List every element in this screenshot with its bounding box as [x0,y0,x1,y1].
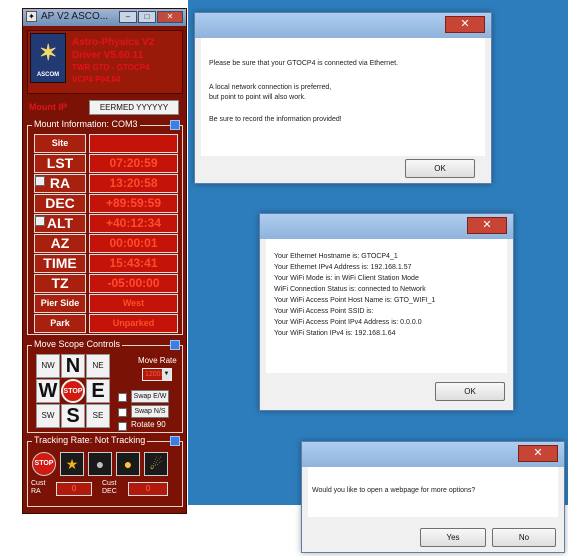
ra-checkbox[interactable] [35,176,45,186]
swap-ew-checkbox[interactable] [118,393,127,402]
driver-header-panel: ✶ ASCOM Astro-Physics V2 Driver V5.60.11… [27,30,183,94]
ascom-star-icon: ✶ [39,40,58,65]
row-az: AZ 00:00:01 [34,234,178,253]
driver-title-bar[interactable]: ✦ AP V2 ASCO... – □ ✕ [23,9,186,26]
driver-info-line: VCP4 P04.04 [72,75,121,84]
west-button[interactable]: W [36,379,60,403]
south-button[interactable]: S [61,404,85,428]
tracking-group: Tracking Rate: Not Tracking STOP ★ ● ● ☄… [27,435,183,507]
rotate-label: Rotate 90 [131,420,166,429]
help-icon[interactable] [170,436,180,446]
move-scope-title: Move Scope Controls [32,339,123,349]
ne-button[interactable]: NE [86,354,110,378]
app-icon: ✦ [26,11,37,22]
cust-ra-field[interactable]: 0 [56,482,92,496]
network-info-dialog: ✕ Your Ethernet Hostname is: GTOCP4_1 Yo… [259,213,514,411]
se-button[interactable]: SE [86,404,110,428]
help-icon[interactable] [170,340,180,350]
driver-title: AP V2 ASCO... [41,11,109,22]
row-time: TIME 15:43:41 [34,254,178,273]
row-tz: TZ -05:00:00 [34,274,178,293]
close-icon[interactable]: ✕ [518,445,558,462]
network-info-line: WiFi Connection Status is: connected to … [274,286,426,293]
ip-field[interactable]: EERMED YYYYYY [89,100,179,115]
row-park: Park Unparked [34,314,178,333]
dialog-message: Please be sure that your GTOCP4 is conne… [209,60,398,67]
dialog-title-bar[interactable]: ✕ [302,442,564,467]
close-icon[interactable]: ✕ [445,16,485,33]
network-info-line: Your WiFi Mode is: in WiFi Client Statio… [274,275,419,282]
driver-window: ✦ AP V2 ASCO... – □ ✕ ✶ ASCOM Astro-Phys… [22,8,187,514]
sw-button[interactable]: SW [36,404,60,428]
dialog-body: Please be sure that your GTOCP4 is conne… [201,38,485,156]
ip-label: Mount IP [29,102,67,112]
mount-info-title: Mount Information: COM3 [32,119,140,129]
no-button[interactable]: No [492,528,556,547]
webpage-dialog: ✕ Would you like to open a webpage for m… [301,441,565,553]
dialog-question: Would you like to open a webpage for mor… [312,487,476,494]
stop-tracking-icon[interactable]: STOP [32,452,56,476]
nw-button[interactable]: NW [36,354,60,378]
solar-sun-icon[interactable]: ● [116,452,140,476]
row-dec: DEC +89:59:59 [34,194,178,213]
dialog-message: A local network connection is preferred, [209,84,332,91]
dialog-title-bar[interactable]: ✕ [260,214,513,239]
yes-button[interactable]: Yes [420,528,486,547]
row-pier-side: Pier Side West [34,294,178,313]
row-ra: RA 13:20:58 [34,174,178,193]
row-alt: ALT +40:12:34 [34,214,178,233]
east-button[interactable]: E [86,379,110,403]
swap-ew-button[interactable]: Swap E/W [131,390,169,403]
ethernet-dialog: ✕ Please be sure that your GTOCP4 is con… [194,12,492,184]
network-info-line: Your WiFi Access Point IPv4 Address is: … [274,319,422,326]
driver-info-line: Driver V5.60.11 [72,50,144,61]
move-scope-group: Move Scope Controls NW N NE W STOP E SW … [27,339,183,433]
cust-ra-label: Cust RA [31,480,46,495]
lunar-moon-icon[interactable]: ● [88,452,112,476]
network-info-line: Your WiFi Access Point SSID is: [274,308,374,315]
network-info-line: Your Ethernet IPv4 Address is: 192.168.1… [274,264,412,271]
dialog-body: Your Ethernet Hostname is: GTOCP4_1 Your… [266,239,507,373]
north-button[interactable]: N [61,354,85,378]
ascom-logo: ✶ ASCOM [30,33,66,83]
driver-info-line: Astro-Physics V2 [72,37,155,48]
ip-bar: Mount IP EERMED YYYYYY [27,100,183,116]
close-icon[interactable]: ✕ [467,217,507,234]
driver-info-line: TWR GTO - GTOCP4 [72,63,150,72]
sidereal-star-icon[interactable]: ★ [60,452,84,476]
swap-ns-checkbox[interactable] [118,408,127,417]
help-icon[interactable] [170,120,180,130]
chevron-down-icon: ▼ [162,369,171,380]
row-site: Site [34,134,178,153]
alt-checkbox[interactable] [35,216,45,226]
tracking-title: Tracking Rate: Not Tracking [32,435,148,445]
network-info-line: Your Ethernet Hostname is: GTOCP4_1 [274,253,398,260]
ok-button[interactable]: OK [405,159,475,178]
network-info-line: Your WiFi Station IPv4 is: 192.168.1.64 [274,330,396,337]
dialog-body: Would you like to open a webpage for mor… [308,467,558,517]
comet-icon[interactable]: ☄ [144,452,168,476]
move-rate-label: Move Rate [138,356,177,365]
ok-button[interactable]: OK [435,382,505,401]
swap-ns-button[interactable]: Swap N/S [131,405,169,418]
minimize-button[interactable]: – [119,11,137,23]
dialog-message: but point to point will also work. [209,94,306,101]
mount-info-group: Mount Information: COM3 Site LST 07:20:5… [27,119,183,335]
dialog-message: Be sure to record the information provid… [209,116,342,123]
move-rate-select[interactable]: 1200x ▼ [142,368,172,381]
maximize-button[interactable]: □ [138,11,156,23]
network-info-line: Your WiFi Access Point Host Name is: GTO… [274,297,436,304]
stop-button[interactable]: STOP [61,379,85,403]
cust-dec-label: Cust DEC [102,480,117,495]
cust-dec-field[interactable]: 0 [128,482,168,496]
row-lst: LST 07:20:59 [34,154,178,173]
close-button[interactable]: ✕ [157,11,183,23]
rotate-checkbox[interactable] [118,422,127,431]
dialog-title-bar[interactable]: ✕ [195,13,491,38]
